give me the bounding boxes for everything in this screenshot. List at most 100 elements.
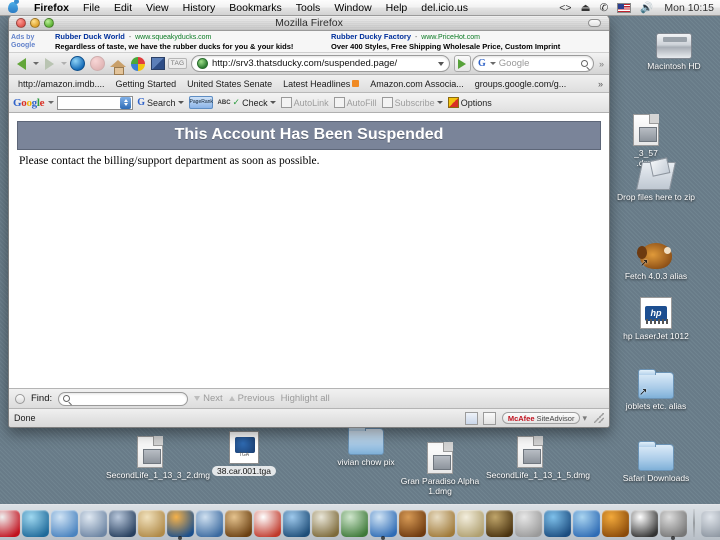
highlight-all-button[interactable]: Highlight all: [281, 393, 330, 404]
bluesquare-extension-button[interactable]: [148, 54, 167, 73]
dock-item-itunes[interactable]: [369, 510, 397, 540]
ad-url[interactable]: www.PriceHot.com: [421, 34, 480, 41]
dock-item-vlc[interactable]: [601, 510, 629, 537]
menu-item-file[interactable]: File: [76, 0, 107, 16]
google-search-stepper-icon[interactable]: [120, 96, 132, 109]
dock-item-system-preferences[interactable]: [514, 510, 542, 537]
google-toolbar-options-button[interactable]: Options: [447, 97, 493, 108]
desktop-icon-macintosh-hd[interactable]: Macintosh HD: [628, 28, 720, 71]
bookmark-latest-headlines[interactable]: Latest Headlines: [278, 78, 364, 90]
dock-item-dreamweaver[interactable]: [21, 510, 49, 537]
desktop-icon-secondlife-1-13-3-2[interactable]: SecondLife_1_13_3_2.dmg: [104, 434, 210, 480]
edit-pencil-icon[interactable]: [482, 411, 496, 425]
menu-item-firefox[interactable]: Firefox: [27, 0, 76, 16]
dock-item-world-of-warcraft[interactable]: [485, 510, 513, 537]
chevron-down-icon[interactable]: [269, 101, 276, 104]
stop-button[interactable]: [88, 54, 107, 73]
menu-item-help[interactable]: Help: [379, 0, 415, 16]
search-engine-dropdown-icon[interactable]: [489, 62, 496, 65]
find-input[interactable]: [58, 391, 189, 406]
desktop-icon-fetch-alias[interactable]: ↗ Fetch 4.0.3 alias: [610, 238, 702, 281]
dock-item-the-unarchiver[interactable]: [398, 510, 426, 537]
tag-button[interactable]: TAG: [167, 54, 188, 73]
google-toolbar-autolink-button[interactable]: AutoLink: [280, 97, 330, 108]
forward-button[interactable]: [40, 54, 59, 73]
menu-item-history[interactable]: History: [176, 0, 223, 16]
url-dropdown-icon[interactable]: [437, 61, 444, 66]
desktop-icon-secondlife-1-13-1-5[interactable]: SecondLife_1_13_1_5.dmg: [484, 434, 590, 480]
dock-item-firefox[interactable]: [166, 510, 194, 540]
dock-item-imovie[interactable]: [108, 510, 136, 537]
search-bar[interactable]: G Google: [471, 55, 594, 72]
google-toolbar-search-button[interactable]: G Search: [136, 97, 184, 108]
toolbar-overflow-icon[interactable]: »: [597, 59, 606, 69]
ad-title[interactable]: Rubber Duck World: [55, 32, 125, 41]
script-menu-icon[interactable]: <>: [559, 0, 571, 16]
dock-item-thunderbird[interactable]: [543, 510, 571, 537]
search-input[interactable]: Google: [499, 58, 578, 69]
dock-item-x11[interactable]: [630, 510, 658, 537]
menu-item-edit[interactable]: Edit: [107, 0, 139, 16]
google-toolbar-check-button[interactable]: ABC ✓ Check: [217, 97, 277, 108]
find-previous-button[interactable]: Previous: [228, 393, 275, 404]
home-button[interactable]: [108, 54, 127, 75]
reload-button[interactable]: [68, 54, 87, 73]
ad-item-1[interactable]: Rubber Duck World - www.squeakyducks.com…: [55, 32, 331, 52]
dock-item-text-editor[interactable]: [456, 510, 484, 537]
google-toolbar-search-input[interactable]: [57, 95, 134, 110]
chevron-down-icon[interactable]: [177, 101, 184, 104]
window-titlebar[interactable]: Mozilla Firefox: [9, 15, 609, 31]
desktop-icon-car-tga[interactable]: 38.car.001.tga: [198, 430, 290, 476]
bookmark-amazon-imdb[interactable]: http://amazon.imdb....: [13, 78, 110, 90]
us-flag-icon[interactable]: [617, 2, 632, 13]
google-logo-dropdown-icon[interactable]: [48, 101, 55, 104]
apple-menu-button[interactable]: [0, 0, 27, 13]
url-bar[interactable]: http://srv3.thatsducky.com/suspended.pag…: [191, 55, 450, 72]
desktop-icon-hp-laserjet[interactable]: hp LaserJet 1012: [610, 296, 702, 341]
mcafee-siteadvisor-badge[interactable]: McAfee SiteAdvisor: [501, 412, 581, 424]
pinwheel-extension-button[interactable]: [128, 54, 147, 73]
dock-item-dictionary[interactable]: [137, 510, 165, 537]
google-search-engine-icon[interactable]: G: [478, 58, 486, 69]
desktop-icon-gran-paradiso-alpha[interactable]: Gran Paradiso Alpha 1.dmg: [394, 440, 486, 496]
bookmark-amazon-associates[interactable]: Amazon.com Associa...: [365, 78, 469, 90]
bookmarks-overflow-icon[interactable]: »: [598, 79, 605, 89]
google-toolbar-autofill-button[interactable]: AutoFill: [333, 97, 378, 108]
page-info-icon[interactable]: [464, 411, 478, 425]
bookmark-groups-google[interactable]: groups.google.com/g...: [470, 78, 572, 90]
google-toolbar-subscribe-button[interactable]: Subscribe: [381, 97, 444, 108]
dock-item-illustrator[interactable]: [311, 510, 339, 537]
dock-item-safari[interactable]: [50, 510, 78, 537]
desktop-icon-safari-downloads[interactable]: Safari Downloads: [610, 440, 702, 483]
go-button[interactable]: [453, 55, 471, 72]
menu-clock[interactable]: Mon 10:15: [662, 0, 714, 16]
find-next-button[interactable]: Next: [194, 393, 223, 404]
desktop-icon-joblets-alias[interactable]: ↗ joblets etc. alias: [610, 368, 702, 411]
ad-url[interactable]: www.squeakyducks.com: [135, 34, 211, 41]
url-input[interactable]: http://srv3.thatsducky.com/suspended.pag…: [212, 58, 434, 69]
eject-icon[interactable]: ⏏: [581, 0, 591, 16]
menu-item-view[interactable]: View: [139, 0, 176, 16]
chevron-down-icon[interactable]: [436, 101, 443, 104]
menu-item-window[interactable]: Window: [327, 0, 378, 16]
menu-item-bookmarks[interactable]: Bookmarks: [222, 0, 289, 16]
desktop-icon-drop-files-zip[interactable]: Drop files here to zip: [610, 158, 702, 202]
volume-icon[interactable]: 🔊: [640, 0, 653, 16]
forward-dropdown-icon[interactable]: [61, 62, 67, 65]
dock-item-acrobat-reader[interactable]: [0, 510, 20, 537]
menu-item-tools[interactable]: Tools: [289, 0, 328, 16]
dock-item-ical[interactable]: [253, 510, 281, 537]
bluetooth-icon[interactable]: ✆: [599, 0, 608, 16]
bookmark-getting-started[interactable]: Getting Started: [111, 78, 182, 90]
back-button[interactable]: [12, 54, 31, 73]
dock-item-ichat[interactable]: [572, 510, 600, 537]
dock-item-preview[interactable]: [79, 510, 107, 537]
google-toolbar-pagerank[interactable]: PageRank: [188, 96, 214, 109]
close-icon[interactable]: [15, 393, 25, 404]
statusbar-dropdown-icon[interactable]: ▾: [580, 413, 589, 424]
menu-item-delicious[interactable]: del.icio.us: [414, 0, 475, 16]
dock-item-garageband[interactable]: [224, 510, 252, 537]
resize-grip[interactable]: [594, 413, 604, 423]
ad-title[interactable]: Rubber Ducky Factory: [331, 32, 411, 41]
ad-item-2[interactable]: Rubber Ducky Factory - www.PriceHot.com …: [331, 32, 607, 52]
